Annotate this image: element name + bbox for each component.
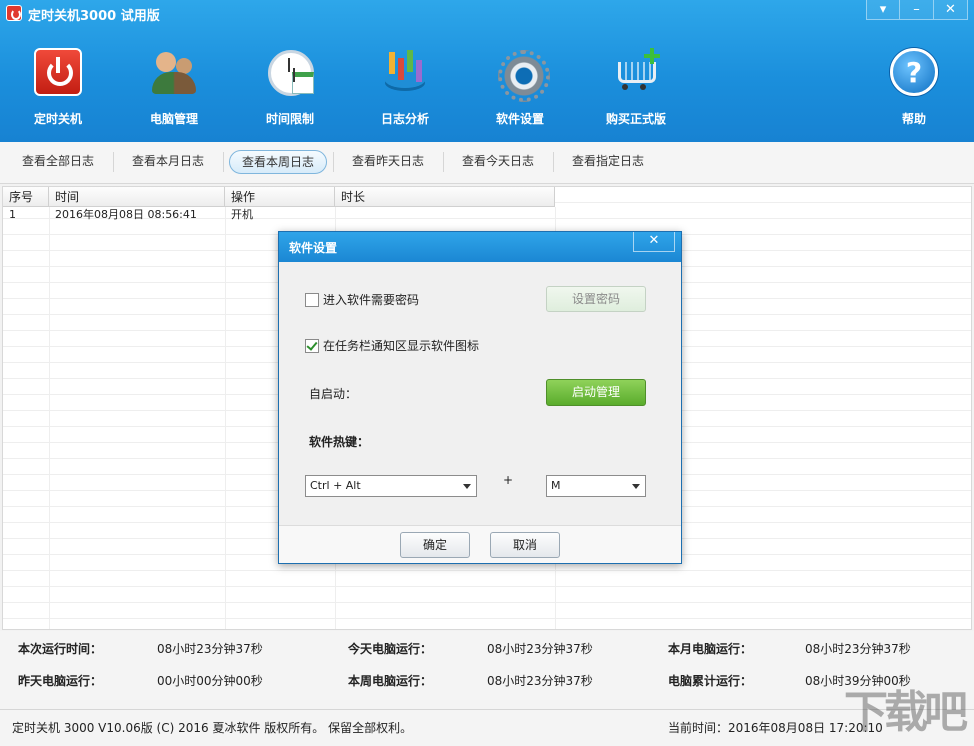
help-icon <box>890 48 938 96</box>
hotkey-label: 软件热键： <box>309 433 369 450</box>
toolbar-label: 帮助 <box>864 110 964 127</box>
tab-divider <box>333 152 334 172</box>
menu-dropdown-icon[interactable]: ▾ <box>866 0 900 20</box>
toolbar-label: 购买正式版 <box>586 110 686 127</box>
chevron-down-icon <box>463 484 471 489</box>
tab-all-logs[interactable]: 查看全部日志 <box>10 150 106 174</box>
dialog-footer: 确定 取消 <box>279 525 681 563</box>
stat-value-yesterday: 00小时00分钟00秒 <box>157 672 263 689</box>
clock-calendar-icon <box>266 48 314 96</box>
tab-week-logs[interactable]: 查看本周日志 <box>229 150 327 174</box>
column-header-time[interactable]: 时间 <box>49 187 225 207</box>
tab-specific-logs[interactable]: 查看指定日志 <box>560 150 656 174</box>
cell-index: 1 <box>3 207 49 223</box>
tab-yesterday-logs[interactable]: 查看昨天日志 <box>340 150 436 174</box>
dialog-close-icon[interactable]: ✕ <box>633 232 675 252</box>
stat-label-this-run: 本次运行时间： <box>18 640 102 657</box>
toolbar-button-buy-full-version[interactable]: 购买正式版 <box>586 40 686 136</box>
window-title: 定时关机3000 试用版 <box>28 5 160 24</box>
autostart-manage-button[interactable]: 启动管理 <box>546 379 646 406</box>
dialog-title: 软件设置 <box>289 239 337 256</box>
show-tray-icon-checkbox[interactable] <box>305 339 319 353</box>
window-controls: ▾ – ✕ <box>866 0 968 20</box>
toolbar-label: 定时关机 <box>8 110 108 127</box>
column-header-action[interactable]: 操作 <box>225 187 335 207</box>
tab-divider <box>443 152 444 172</box>
app-header: 定时关机3000 试用版 ▾ – ✕ 定时关机 电脑管理 时间限制 日志分析 软… <box>0 0 974 142</box>
settings-dialog: 软件设置 ✕ 进入软件需要密码 设置密码 在任务栏通知区显示软件图标 自启动： … <box>278 231 682 564</box>
main-toolbar: 定时关机 电脑管理 时间限制 日志分析 软件设置 购买正式版 帮助 <box>0 40 974 136</box>
close-icon[interactable]: ✕ <box>934 0 968 20</box>
app-power-icon <box>6 5 22 21</box>
power-icon <box>34 48 82 96</box>
status-bar: 定时关机 3000 V10.06版 (C) 2016 夏冰软件 版权所有。 保留… <box>0 709 974 746</box>
hotkey-modifier-select[interactable]: Ctrl + Alt <box>305 475 477 497</box>
toolbar-button-scheduled-shutdown[interactable]: 定时关机 <box>8 40 108 136</box>
table-row[interactable]: 1 2016年08月08日 08:56:41 开机 <box>3 207 555 223</box>
stat-label-month: 本月电脑运行： <box>668 640 752 657</box>
runtime-stats: 本次运行时间： 08小时23分钟37秒 今天电脑运行： 08小时23分钟37秒 … <box>0 631 974 709</box>
stat-label-week: 本周电脑运行： <box>348 672 432 689</box>
calendar-icon <box>292 72 314 94</box>
tab-divider <box>553 152 554 172</box>
copyright-text: 定时关机 3000 V10.06版 (C) 2016 夏冰软件 版权所有。 保留… <box>12 719 412 736</box>
tab-divider <box>223 152 224 172</box>
plus-icon <box>644 48 660 64</box>
column-header-index[interactable]: 序号 <box>3 187 49 207</box>
tab-month-logs[interactable]: 查看本月日志 <box>120 150 216 174</box>
stat-value-this-run: 08小时23分钟37秒 <box>157 640 263 657</box>
tab-divider <box>113 152 114 172</box>
column-gridline <box>49 207 50 629</box>
column-header-duration[interactable]: 时长 <box>335 187 555 207</box>
stat-label-today: 今天电脑运行： <box>348 640 432 657</box>
toolbar-label: 电脑管理 <box>124 110 224 127</box>
toolbar-button-computer-management[interactable]: 电脑管理 <box>124 40 224 136</box>
toolbar-button-help[interactable]: 帮助 <box>864 40 964 136</box>
toolbar-button-software-settings[interactable]: 软件设置 <box>470 40 570 136</box>
stat-value-today: 08小时23分钟37秒 <box>487 640 593 657</box>
toolbar-label: 软件设置 <box>470 110 570 127</box>
log-filter-tabs: 查看全部日志 查看本月日志 查看本周日志 查看昨天日志 查看今天日志 查看指定日… <box>0 142 974 184</box>
gear-icon <box>496 48 544 96</box>
require-password-option[interactable]: 进入软件需要密码 <box>305 291 419 308</box>
minimize-icon[interactable]: – <box>900 0 934 20</box>
table-header: 序号 时间 操作 时长 <box>3 187 555 207</box>
toolbar-label: 时间限制 <box>240 110 340 127</box>
require-password-label: 进入软件需要密码 <box>323 291 419 308</box>
users-icon <box>150 48 198 96</box>
hotkey-key-value: M <box>551 479 561 492</box>
show-tray-icon-label: 在任务栏通知区显示软件图标 <box>323 337 479 354</box>
chevron-down-icon <box>632 484 640 489</box>
cart-icon <box>612 48 660 96</box>
watermark: 下载吧 <box>844 676 964 736</box>
stat-value-week: 08小时23分钟37秒 <box>487 672 593 689</box>
require-password-checkbox[interactable] <box>305 293 319 307</box>
dialog-title-bar: 软件设置 ✕ <box>279 232 681 262</box>
cancel-button[interactable]: 取消 <box>490 532 560 558</box>
set-password-button[interactable]: 设置密码 <box>546 286 646 312</box>
tab-today-logs[interactable]: 查看今天日志 <box>450 150 546 174</box>
cell-duration <box>335 207 555 223</box>
stat-label-yesterday: 昨天电脑运行： <box>18 672 102 689</box>
stat-value-month: 08小时23分钟37秒 <box>805 640 911 657</box>
toolbar-button-time-limit[interactable]: 时间限制 <box>240 40 340 136</box>
chart-icon <box>381 48 429 96</box>
toolbar-label: 日志分析 <box>355 110 455 127</box>
ok-button[interactable]: 确定 <box>400 532 470 558</box>
cell-time: 2016年08月08日 08:56:41 <box>49 207 225 223</box>
autostart-label: 自启动： <box>309 385 357 402</box>
hotkey-modifier-value: Ctrl + Alt <box>310 479 361 492</box>
show-tray-icon-option[interactable]: 在任务栏通知区显示软件图标 <box>305 337 479 354</box>
toolbar-button-log-analysis[interactable]: 日志分析 <box>355 40 455 136</box>
hotkey-key-select[interactable]: M <box>546 475 646 497</box>
column-gridline <box>225 207 226 629</box>
cell-action: 开机 <box>225 207 335 223</box>
title-bar: 定时关机3000 试用版 ▾ – ✕ <box>0 0 974 26</box>
stat-label-total: 电脑累计运行： <box>668 672 752 689</box>
hotkey-plus: + <box>503 473 513 487</box>
